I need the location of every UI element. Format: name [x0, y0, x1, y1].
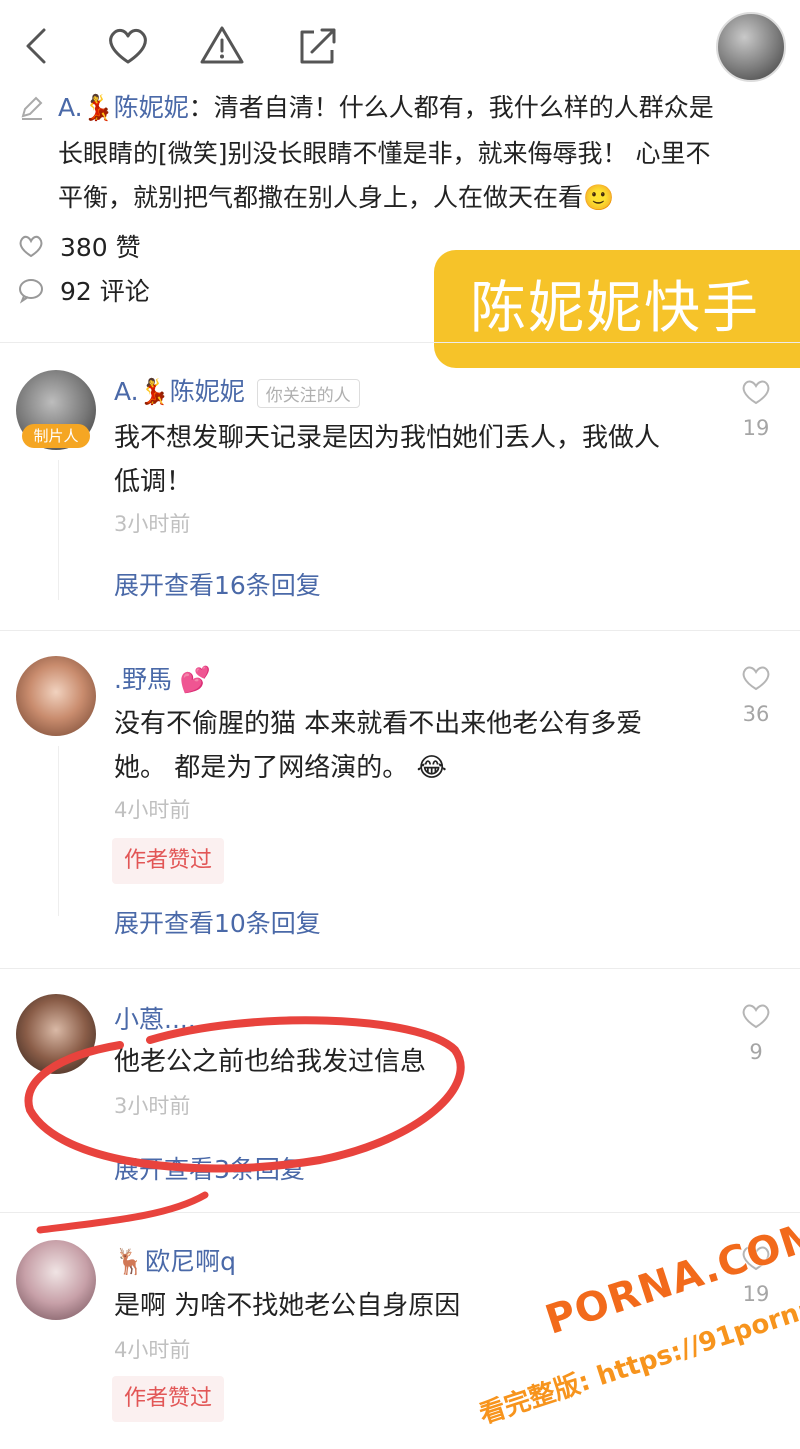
comment-author[interactable]: .野馬 💕 — [114, 660, 211, 696]
comment-author[interactable]: 🦌欧尼啊q — [114, 1242, 236, 1278]
producer-badge: 制片人 — [22, 424, 90, 448]
comment-avatar[interactable] — [16, 656, 96, 736]
comment-author[interactable]: 小蒽.... — [114, 1000, 196, 1036]
share-icon[interactable] — [290, 18, 346, 74]
post-comments[interactable]: 92 评论 — [16, 272, 150, 308]
like-count: 36 — [742, 702, 770, 726]
edit-icon — [18, 94, 46, 122]
comment-like-button[interactable]: 36 — [738, 662, 774, 726]
thread-line — [58, 746, 59, 916]
thread-line — [58, 460, 59, 600]
comment-time: 4小时前 — [114, 1338, 191, 1362]
heart-icon — [742, 1004, 770, 1029]
comment-author[interactable]: A.💃陈妮妮 你关注的人 — [114, 372, 360, 408]
following-tag: 你关注的人 — [256, 378, 360, 408]
post-author[interactable]: A.💃陈妮妮 — [58, 93, 189, 122]
post-text-line-1: A.💃陈妮妮：清者自清！什么人都有，我什么样的人群众是 — [58, 93, 714, 122]
expand-replies-button[interactable]: 展开查看10条回复 — [114, 904, 321, 940]
comment-like-button[interactable]: 19 — [738, 376, 774, 440]
comment-like-button[interactable]: 9 — [738, 1000, 774, 1064]
heart-icon[interactable] — [100, 18, 156, 74]
report-icon[interactable] — [194, 18, 250, 74]
divider — [0, 1212, 800, 1213]
overlay-banner: 陈妮妮快手 — [434, 250, 800, 368]
post-likes[interactable]: 380 赞 — [16, 228, 141, 264]
comment-avatar[interactable] — [16, 994, 96, 1074]
comment-icon — [19, 279, 43, 304]
divider — [0, 342, 800, 343]
back-icon[interactable] — [10, 18, 66, 74]
user-avatar[interactable] — [716, 12, 786, 82]
post-text-line-2: 长眼睛的[微笑]别没长眼睛不懂是非，就来侮辱我！ 心里不 — [58, 139, 711, 168]
divider — [0, 968, 800, 969]
comment-time: 4小时前 — [114, 798, 191, 822]
like-icon — [19, 235, 43, 258]
author-liked-badge: 作者赞过 — [112, 838, 225, 884]
top-bar — [0, 0, 800, 96]
comment-text: 他老公之前也给我发过信息 — [114, 1047, 427, 1077]
comment-text: 没有不偷腥的猫 本来就看不出来他老公有多爱她。 都是为了网络演的。 😂 — [114, 709, 643, 783]
comment-text: 我不想发聊天记录是因为我怕她们丢人，我做人低调！ — [114, 423, 661, 497]
expand-replies-button[interactable]: 展开查看16条回复 — [114, 566, 321, 602]
heart-icon — [742, 380, 770, 405]
like-count: 19 — [742, 416, 770, 440]
divider — [0, 630, 800, 631]
comment-time: 3小时前 — [114, 512, 191, 536]
heart-icon — [742, 666, 770, 691]
post-text-line-3: 平衡，就别把气都撒在别人身上，人在做天在看🙂 — [58, 183, 615, 212]
like-count: 9 — [749, 1040, 763, 1064]
author-liked-badge: 作者赞过 — [112, 1376, 225, 1422]
comment-time: 3小时前 — [114, 1094, 191, 1118]
expand-replies-button[interactable]: 展开查看3条回复 — [114, 1150, 305, 1186]
comment-avatar[interactable] — [16, 1240, 96, 1320]
